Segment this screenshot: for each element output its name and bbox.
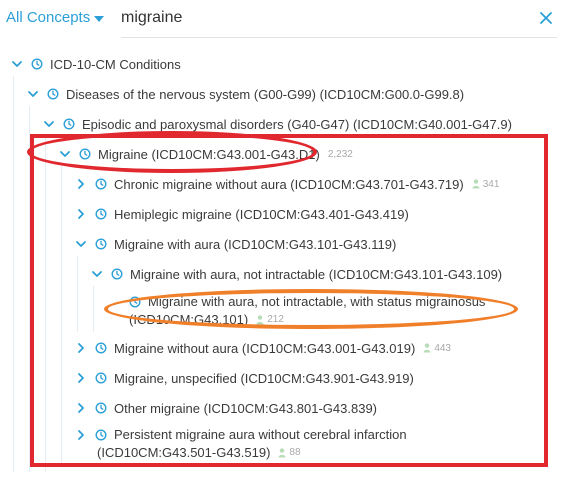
tree-node-label-line1: Persistent migraine aura without cerebra… bbox=[114, 427, 407, 442]
chevron-right-icon[interactable] bbox=[73, 207, 89, 221]
chevron-right-icon[interactable] bbox=[73, 371, 89, 385]
chevron-down-icon[interactable] bbox=[41, 117, 57, 131]
tree-guide-line bbox=[13, 76, 14, 472]
tree-node-nervous-system[interactable]: Diseases of the nervous system (G00-G99)… bbox=[25, 83, 464, 105]
tree-guide-line bbox=[45, 136, 46, 472]
tree-node-label: Migraine (ICD10CM:G43.001-G43.D1) bbox=[98, 146, 320, 162]
clock-icon bbox=[95, 208, 107, 220]
chevron-right-icon[interactable] bbox=[73, 341, 89, 355]
tree-node-label: ICD-10-CM Conditions bbox=[50, 56, 181, 72]
concept-filter-label: All Concepts bbox=[6, 9, 91, 26]
tree-node-label: Migraine without aura (ICD10CM:G43.001-G… bbox=[114, 340, 416, 356]
chevron-down-icon[interactable] bbox=[89, 267, 105, 281]
tree-node-label: Diseases of the nervous system (G00-G99)… bbox=[66, 86, 465, 102]
close-icon bbox=[540, 12, 552, 24]
tree-guide-line bbox=[93, 286, 94, 332]
tree-node-migraine[interactable]: Migraine (ICD10CM:G43.001-G43.D1) 2,232 bbox=[57, 143, 353, 165]
tree-node-label: Migraine with aura (ICD10CM:G43.101-G43.… bbox=[114, 236, 397, 252]
tree-node-episodic-paroxysmal[interactable]: Episodic and paroxysmal disorders (G40-G… bbox=[41, 113, 512, 135]
clock-icon bbox=[95, 342, 107, 354]
patient-count: 341 bbox=[472, 179, 499, 190]
tree-guide-line bbox=[29, 106, 30, 472]
search-underline bbox=[121, 37, 557, 38]
patient-count: 88 bbox=[278, 444, 301, 462]
search-input[interactable] bbox=[121, 6, 521, 30]
clock-icon bbox=[95, 178, 107, 190]
tree-node-label-line2: (ICD10CM:G43.501-G43.519) bbox=[97, 445, 271, 460]
tree-node-label: Hemiplegic migraine (ICD10CM:G43.401-G43… bbox=[114, 206, 409, 222]
user-icon bbox=[472, 179, 480, 189]
user-icon bbox=[278, 448, 286, 458]
tree-node-persistent-aura[interactable]: Persistent migraine aura without cerebra… bbox=[73, 426, 407, 462]
tree-node-label: Migraine, unspecified (ICD10CM:G43.901-G… bbox=[114, 370, 414, 386]
chevron-down-icon[interactable] bbox=[9, 57, 25, 71]
chevron-right-icon[interactable] bbox=[73, 401, 89, 415]
tree-node-label: Chronic migraine without aura (ICD10CM:G… bbox=[114, 176, 464, 192]
chevron-down-icon bbox=[94, 15, 105, 22]
search-bar: All Concepts bbox=[0, 0, 566, 40]
clock-icon bbox=[95, 238, 107, 250]
clear-search-button[interactable] bbox=[536, 8, 556, 28]
chevron-down-icon[interactable] bbox=[25, 87, 41, 101]
tree-node-label: Other migraine (ICD10CM:G43.801-G43.839) bbox=[114, 400, 378, 416]
tree-node-hemiplegic-migraine[interactable]: Hemiplegic migraine (ICD10CM:G43.401-G43… bbox=[73, 203, 409, 225]
tree-node-migraine-without-aura[interactable]: Migraine without aura (ICD10CM:G43.001-G… bbox=[73, 337, 451, 359]
tree-node-icd10cm-conditions[interactable]: ICD-10-CM Conditions bbox=[9, 53, 181, 75]
user-icon bbox=[423, 343, 431, 353]
tree-node-migraine-with-aura[interactable]: Migraine with aura (ICD10CM:G43.101-G43.… bbox=[73, 233, 396, 255]
chevron-right-icon[interactable] bbox=[73, 177, 89, 191]
tree-node-status-migrainosus[interactable]: Migraine with aura, not intractable, wit… bbox=[129, 293, 485, 329]
concept-filter-dropdown[interactable]: All Concepts bbox=[6, 9, 105, 26]
patient-count: 2,232 bbox=[327, 148, 353, 160]
chevron-down-icon[interactable] bbox=[73, 237, 89, 251]
chevron-right-icon[interactable] bbox=[73, 428, 89, 442]
clock-icon bbox=[95, 429, 107, 441]
tree-node-label-line1: Migraine with aura, not intractable, wit… bbox=[148, 294, 486, 309]
tree-node-aura-not-intractable[interactable]: Migraine with aura, not intractable (ICD… bbox=[89, 263, 502, 285]
clock-icon bbox=[95, 402, 107, 414]
clock-icon bbox=[31, 58, 43, 70]
clock-icon bbox=[79, 148, 91, 160]
tree-node-migraine-unspecified[interactable]: Migraine, unspecified (ICD10CM:G43.901-G… bbox=[73, 367, 414, 389]
chevron-down-icon[interactable] bbox=[57, 147, 73, 161]
tree-guide-line bbox=[77, 256, 78, 332]
tree-node-chronic-migraine[interactable]: Chronic migraine without aura (ICD10CM:G… bbox=[73, 173, 499, 195]
tree-node-label: Migraine with aura, not intractable (ICD… bbox=[130, 266, 503, 282]
tree-node-label-line2: (ICD10CM:G43.101) bbox=[129, 312, 249, 327]
tree-guide-line bbox=[61, 166, 62, 466]
clock-icon bbox=[129, 296, 141, 308]
tree-node-other-migraine[interactable]: Other migraine (ICD10CM:G43.801-G43.839) bbox=[73, 397, 377, 419]
clock-icon bbox=[95, 372, 107, 384]
user-icon bbox=[256, 315, 264, 325]
clock-icon bbox=[63, 118, 75, 130]
patient-count: 443 bbox=[423, 343, 451, 354]
tree-node-label: Episodic and paroxysmal disorders (G40-G… bbox=[82, 116, 512, 132]
clock-icon bbox=[111, 268, 123, 280]
patient-count: 212 bbox=[256, 311, 284, 329]
clock-icon bbox=[47, 88, 59, 100]
